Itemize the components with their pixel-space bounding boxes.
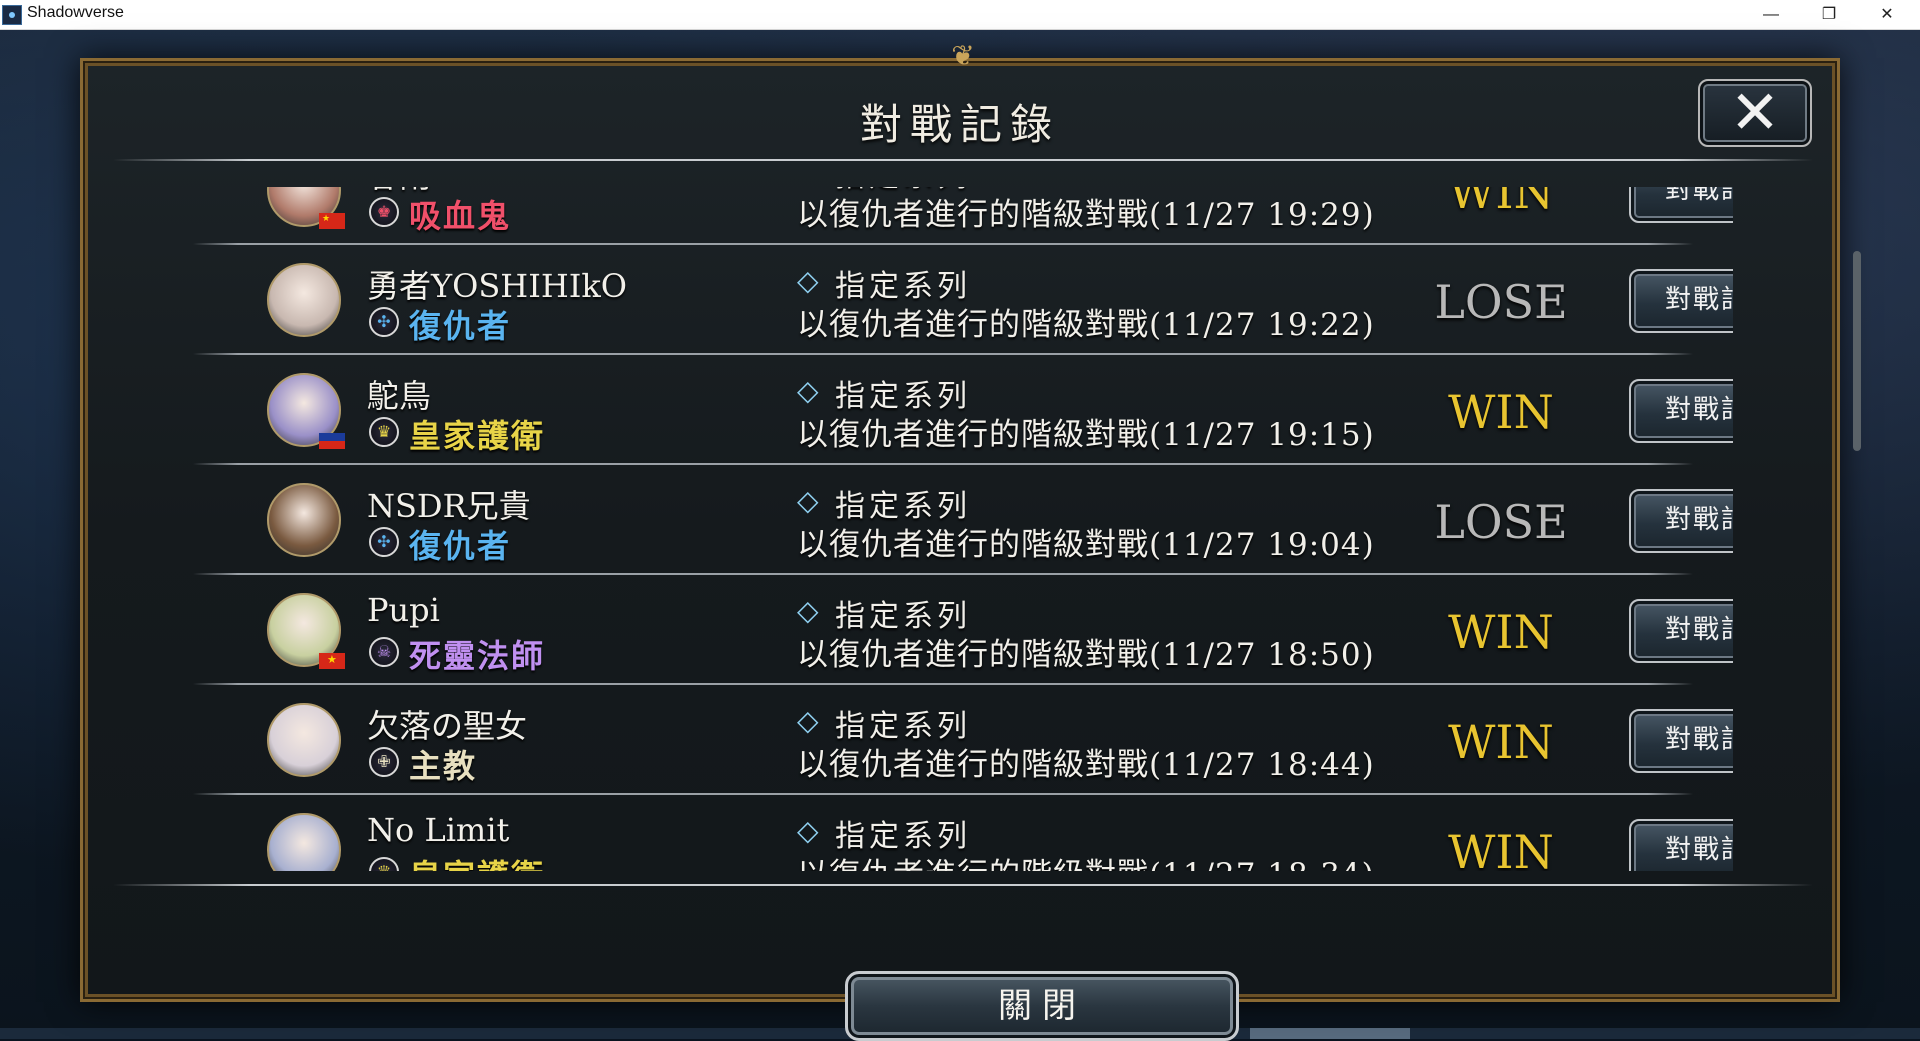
havencraft-icon: ✣	[369, 527, 399, 557]
list-scrollbar[interactable]	[1853, 251, 1861, 451]
opponent-class: 吸血鬼	[409, 197, 512, 235]
opponent-class: 皇家護衛	[409, 851, 545, 871]
footer-divider	[113, 884, 1813, 886]
match-description: 以復仇者進行的階級對戰(11/27 19:22)	[797, 307, 1375, 343]
rotation-format-icon: ◇	[797, 814, 819, 847]
match-result: WIN	[1448, 715, 1554, 769]
opponent-class: 死靈法師	[409, 637, 546, 675]
header-divider	[113, 159, 1813, 161]
dialog-close-icon-button[interactable]: ✕	[1698, 79, 1812, 147]
match-result: WIN	[1448, 825, 1554, 871]
match-result: LOSE	[1434, 495, 1568, 549]
match-result: WIN	[1448, 605, 1554, 659]
country-flag-icon	[319, 653, 345, 669]
skull-icon: ☠	[369, 637, 399, 667]
bishop-icon: ✙	[369, 747, 399, 777]
opponent-class: 復仇者	[409, 527, 512, 565]
battle-record-button[interactable]: 對戰記錄	[1629, 489, 1733, 553]
match-description: 以復仇者進行的階級對戰(11/27 18:44)	[797, 747, 1375, 783]
minimize-button[interactable]: —	[1742, 0, 1800, 29]
rotation-format-icon: ◇	[797, 594, 819, 627]
match-row: 春雨♚吸血鬼◇指定系列以復仇者進行的階級對戰(11/27 19:29)WIN對戰…	[173, 187, 1733, 245]
match-result: WIN	[1448, 385, 1554, 439]
window-title: Shadowverse	[27, 4, 124, 21]
match-row: Pupi☠死靈法師◇指定系列以復仇者進行的階級對戰(11/27 18:50)WI…	[173, 575, 1733, 685]
battle-record-button[interactable]: 對戰記錄	[1629, 269, 1733, 333]
opponent-class: 復仇者	[409, 307, 512, 345]
match-description: 以復仇者進行的階級對戰(11/27 19:04)	[797, 527, 1375, 563]
match-description: 以復仇者進行的階級對戰(11/27 19:29)	[797, 197, 1375, 233]
match-history-list[interactable]: 春雨♚吸血鬼◇指定系列以復仇者進行的階級對戰(11/27 19:29)WIN對戰…	[173, 187, 1733, 871]
window-close-button[interactable]: ✕	[1858, 0, 1916, 29]
player-avatar[interactable]	[267, 703, 341, 777]
opponent-class: 皇家護衛	[409, 417, 546, 455]
match-row: 勇者YOSHIHIkO ✣ 復仇者 ◇ 指定系列 以復仇者進行的階級對戰(11/27 19…	[173, 245, 1733, 355]
battle-record-button[interactable]: 對戰記錄	[1629, 187, 1733, 223]
player-name: Pupi	[367, 591, 440, 629]
window-titlebar: Shadowverse — ❐ ✕	[0, 0, 1920, 30]
dialog-crest-icon: ❦	[951, 39, 975, 72]
player-name: No Limit	[367, 811, 510, 849]
rotation-format-icon: ◇	[797, 374, 819, 407]
battle-record-button[interactable]: 對戰記錄	[1629, 819, 1733, 871]
match-row: NSDR兄貴 ✣ 復仇者 ◇ 指定系列 以復仇者進行的階級對戰(11/27 19:04) L…	[173, 465, 1733, 575]
battle-record-button[interactable]: 對戰記錄	[1629, 379, 1733, 443]
shadowverse-app-icon	[2, 5, 22, 25]
rotation-format-icon: ◇	[797, 704, 819, 737]
opponent-class: 主教	[409, 747, 478, 785]
match-description: 以復仇者進行的階級對戰(11/27 18:50)	[797, 637, 1375, 673]
match-row: 欠落の聖女 ✙ 主教 ◇ 指定系列 以復仇者進行的階級對戰(11/27 18:44) WIN…	[173, 685, 1733, 795]
crown-icon: ♛	[369, 857, 399, 871]
player-avatar[interactable]	[267, 813, 341, 871]
battle-log-dialog: ❦ 對戰記錄 ✕ 春雨♚吸血鬼◇指定系列以復仇者進行的階級對戰(11/27 19…	[80, 41, 1861, 1041]
vampire-icon: ♚	[369, 197, 399, 227]
havencraft-icon: ✣	[369, 307, 399, 337]
match-description: 以復仇者進行的階級對戰(11/27 18:34)	[797, 849, 1375, 871]
match-description: 以復仇者進行的階級對戰(11/27 19:15)	[797, 417, 1375, 453]
country-flag-icon	[319, 433, 345, 449]
player-avatar[interactable]	[267, 263, 341, 337]
restore-button[interactable]: ❐	[1800, 0, 1858, 29]
rotation-format-icon: ◇	[797, 484, 819, 517]
country-flag-icon	[319, 213, 345, 229]
battle-record-button[interactable]: 對戰記錄	[1629, 599, 1733, 663]
player-avatar[interactable]	[267, 483, 341, 557]
match-result: LOSE	[1434, 275, 1568, 329]
match-row: No Limit♛皇家護衛◇指定系列以復仇者進行的階級對戰(11/27 18:3…	[173, 795, 1733, 871]
crown-icon: ♛	[369, 417, 399, 447]
match-row: 鴕鳥 ♛ 皇家護衛 ◇ 指定系列 以復仇者進行的階級對戰(11/27 19:15) WIN 對…	[173, 355, 1733, 465]
battle-record-button[interactable]: 對戰記錄	[1629, 709, 1733, 773]
match-result: WIN	[1448, 187, 1554, 219]
dialog-title: 對戰記錄	[859, 100, 1060, 149]
rotation-format-icon: ◇	[797, 264, 819, 297]
close-button[interactable]: 關閉	[845, 971, 1239, 1041]
